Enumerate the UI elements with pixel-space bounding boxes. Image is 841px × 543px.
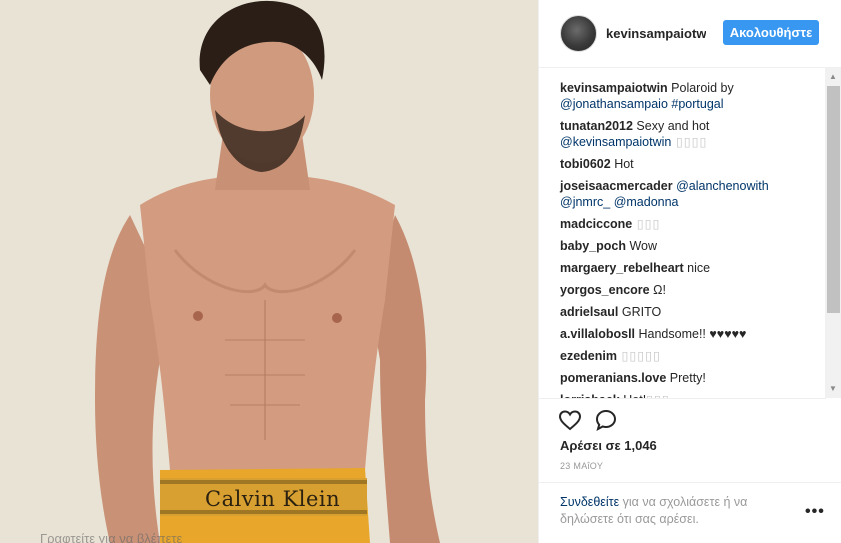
avatar[interactable] [560, 15, 597, 52]
login-link[interactable]: Συνδεθείτε [560, 495, 619, 509]
comment-item: madciccone ▯▯▯ [560, 216, 815, 232]
comment-item: yorgos_encore Ω! [560, 282, 815, 298]
waistband-logo: Calvin Klein [205, 487, 341, 511]
comment-mention-link[interactable]: @kevinsampaiotwin [560, 135, 671, 149]
comment-item: baby_poch Wow [560, 238, 815, 254]
comment-username[interactable]: tunatan2012 [560, 119, 633, 133]
comment-username[interactable]: joseisaacmercader [560, 179, 673, 193]
comment-username[interactable]: tobi0602 [560, 157, 611, 171]
header-username[interactable]: kevinsampaiotwin [606, 26, 706, 41]
scroll-up-icon[interactable]: ▲ [829, 72, 837, 81]
comment-item: tobi0602 Hot [560, 156, 815, 172]
login-prompt: Συνδεθείτε για να σχολιάσετε ή να δηλώσε… [539, 482, 841, 543]
comments-scrollbar[interactable]: ▲ ▼ [825, 68, 841, 398]
comment-emoji-glyphs: ▯▯▯▯▯ [616, 349, 661, 363]
comment-text: Ω! [649, 283, 666, 297]
comment-item: joseisaacmercader @alanchenowith @jnmrc_… [560, 178, 815, 210]
heart-icon[interactable] [558, 408, 582, 432]
signup-strip-text: Γραφτείτε για να βλέπετε [40, 531, 183, 543]
post-date: 23 ΜΑΐΟΥ [560, 461, 604, 471]
post-side-panel: kevinsampaiotwin Ακολουθήστε kevinsampai… [538, 0, 841, 543]
comment-emoji-glyphs: ▯▯▯ [632, 217, 661, 231]
comment-username[interactable]: baby_poch [560, 239, 626, 253]
scroll-thumb[interactable] [827, 86, 840, 313]
comment-item: kevinsampaiotwin Polaroid by @jonathansa… [560, 80, 815, 112]
comment-item: a.villalobosll Handsome!! ♥♥♥♥♥ [560, 326, 815, 342]
comment-item: tunatan2012 Sexy and hot @kevinsampaiotw… [560, 118, 815, 150]
comment-mention-link[interactable]: @jnmrc_ [560, 195, 610, 209]
scroll-down-icon[interactable]: ▼ [829, 384, 837, 393]
comment-text: Pretty! [666, 371, 706, 385]
comment-username[interactable]: margaery_rebelheart [560, 261, 684, 275]
comment-text: Sexy and hot [632, 119, 710, 133]
likes-count[interactable]: Αρέσει σε 1,046 [560, 438, 657, 453]
follow-button[interactable]: Ακολουθήστε [723, 20, 819, 45]
login-text: Συνδεθείτε για να σχολιάσετε ή να δηλώσε… [560, 494, 780, 528]
comment-mention-link[interactable]: @alanchenowith [676, 179, 769, 193]
comment-text: Polaroid by [667, 81, 734, 95]
comment-username[interactable]: pomeranians.love [560, 371, 666, 385]
comment-text: Wow [626, 239, 658, 253]
comment-mention-link[interactable]: @jonathansampaio [560, 97, 668, 111]
comments-list[interactable]: kevinsampaiotwin Polaroid by @jonathansa… [539, 68, 826, 398]
comment-item: ezedenim ▯▯▯▯▯ [560, 348, 815, 364]
comment-mention-link[interactable]: @madonna [614, 195, 679, 209]
comment-text: nice [683, 261, 711, 275]
comment-username[interactable]: a.villalobosll [560, 327, 635, 341]
comment-text: Handsome!! ♥♥♥♥♥ [635, 327, 747, 341]
comment-item: pomeranians.love Pretty! [560, 370, 815, 386]
comment-text: GRITO [618, 305, 662, 319]
comment-emoji-glyphs: ▯▯▯▯ [671, 135, 708, 149]
post-photo[interactable]: Calvin Klein Γραφτείτε για να βλέπετε [0, 0, 538, 543]
comment-item: adrielsaul GRITO [560, 304, 815, 320]
comment-item: margaery_rebelheart nice [560, 260, 815, 276]
comment-username[interactable]: adrielsaul [560, 305, 618, 319]
comment-text: Hot [610, 157, 634, 171]
comment-username[interactable]: madciccone [560, 217, 632, 231]
comment-username[interactable]: kevinsampaiotwin [560, 81, 668, 95]
comment-mention-link[interactable]: #portugal [671, 97, 723, 111]
post-header: kevinsampaiotwin Ακολουθήστε [539, 0, 841, 68]
photo-illustration [0, 0, 538, 543]
comment-bubble-icon[interactable] [594, 408, 618, 432]
more-options-icon[interactable]: ••• [805, 503, 825, 521]
comment-username[interactable]: ezedenim [560, 349, 617, 363]
comment-username[interactable]: yorgos_encore [560, 283, 650, 297]
